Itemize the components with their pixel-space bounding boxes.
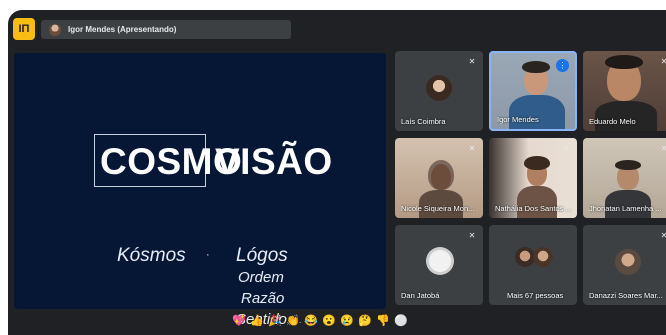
presenter-chip[interactable]: Igor Mendes (Apresentando) [41,20,291,39]
meeting-window: IΠ Igor Mendes (Apresentando) COSMO VISÃ… [8,10,666,335]
slide-meaning: Razão [241,290,285,307]
heart-icon[interactable]: 💖 [232,314,246,328]
participant-tile[interactable]: ✕ Jhonatan Lamenha ... [583,138,666,218]
participant-name: Dan Jatobá [401,291,440,300]
presenter-name: Igor Mendes (Apresentando) [68,25,177,34]
participant-video-hair [428,160,454,190]
participant-video-shirt [517,186,557,218]
participant-tile[interactable]: ✕ Laís Coimbra [395,51,483,131]
slide-separator: · [206,249,210,261]
more-reactions-icon[interactable]: ⚪ [394,314,408,328]
participant-name: Nathália Dos Santos ... [495,204,572,213]
sad-icon[interactable]: 😢 [340,314,354,328]
presenter-avatar [49,23,61,36]
thumbs-down-icon[interactable]: 👎 [376,314,390,328]
participant-tile[interactable]: ✕ Nathália Dos Santos ... [489,138,577,218]
speaking-indicator-icon: ⋮ [556,59,569,72]
participant-tile[interactable]: ⋮ Igor Mendes [489,51,577,131]
avatar [515,247,535,267]
slide-word-logos: Lógos [236,245,288,266]
participant-name: Danazzi Soares Mar... [589,291,663,300]
participant-tile-more[interactable]: Mais 67 pessoas [489,225,577,305]
clapping-icon[interactable]: 👏 [286,314,300,328]
mic-off-icon: ✕ [660,231,666,240]
mic-off-icon: ✕ [660,57,666,66]
participant-tile[interactable]: ✕ Nicole Siqueira Mon... [395,138,483,218]
participant-video-hair [522,61,550,73]
mic-off-icon: ✕ [468,144,476,153]
participant-name: Laís Coimbra [401,117,446,126]
mic-off-icon: ✕ [468,231,476,240]
more-participants-label: Mais 67 pessoas [507,291,564,300]
participant-video-hair [605,55,643,69]
participant-tile[interactable]: ✕ Eduardo Melo [583,51,666,131]
participant-tile[interactable]: ✕ Danazzi Soares Mar... [583,225,666,305]
avatar [533,247,553,267]
slide-meaning: Ordem [238,269,284,286]
party-popper-icon[interactable]: 🎉 [268,314,282,328]
participant-video-shirt [595,101,657,131]
app-logo-icon: IΠ [13,18,35,40]
participant-name: Igor Mendes [497,115,539,124]
participant-tile[interactable]: ✕ Dan Jatobá [395,225,483,305]
avatar [426,75,452,101]
participant-name: Eduardo Melo [589,117,636,126]
avatar [615,249,641,275]
presentation-slide: COSMO VISÃO Kósmos · Lógos Ordem Razão S… [14,53,386,328]
slide-title-right: VISÃO [215,141,333,182]
mic-off-icon: ✕ [660,144,666,153]
thumbs-up-icon[interactable]: 👍 [250,314,264,328]
thinking-icon[interactable]: 🤔 [358,314,372,328]
top-bar: IΠ Igor Mendes (Apresentando) [8,10,666,46]
slide-word-kosmos: Kósmos [117,245,186,266]
participant-name: Jhonatan Lamenha ... [589,204,662,213]
laughing-icon[interactable]: 😂 [304,314,318,328]
mic-off-icon: ✕ [562,144,570,153]
surprised-icon[interactable]: 😮 [322,314,336,328]
reaction-bar: 💖 👍 🎉 👏 😂 😮 😢 🤔 👎 ⚪ [232,312,408,330]
participant-name: Nicole Siqueira Mon... [401,204,475,213]
avatar [426,247,454,275]
participant-video-hair [615,160,641,170]
mic-off-icon: ✕ [468,57,476,66]
participant-video-hair [524,156,550,170]
participant-video-shirt [509,95,565,129]
